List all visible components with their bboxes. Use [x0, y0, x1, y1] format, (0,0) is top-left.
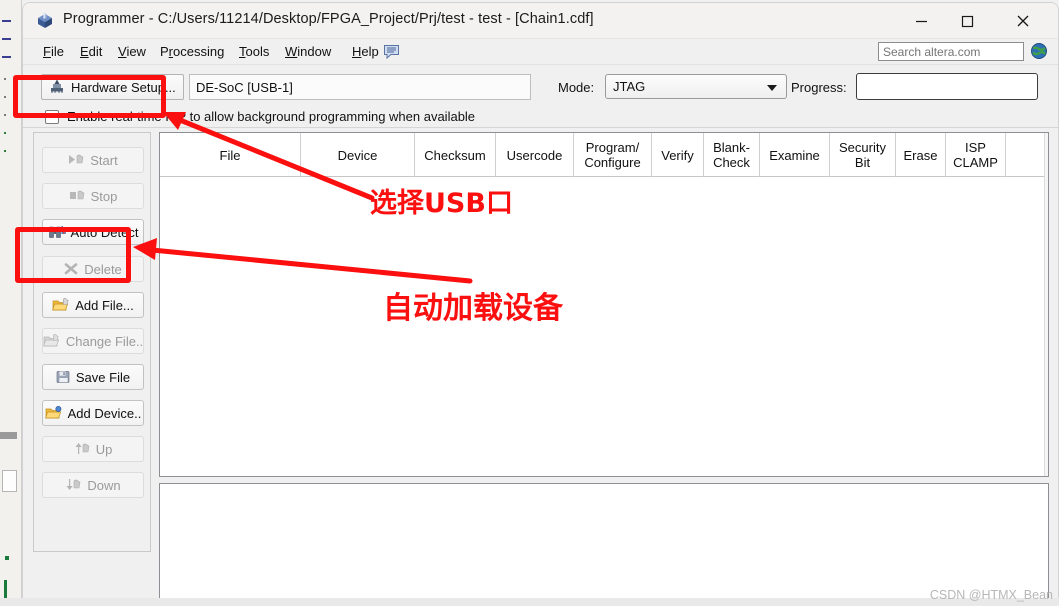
menu-file[interactable]: File [39, 43, 68, 60]
window-title: Programmer - C:/Users/11214/Desktop/FPGA… [63, 11, 594, 27]
column-header-isp-clamp[interactable]: ISP CLAMP [946, 133, 1006, 177]
auto-detect-label: Auto Detect [70, 224, 139, 240]
save-file-label: Save File [75, 369, 131, 385]
search-wrapper [878, 42, 1024, 61]
programmer-window: Programmer - C:/Users/11214/Desktop/FPGA… [22, 2, 1059, 598]
add-device-label: Add Device.. [67, 405, 142, 421]
column-header-verify[interactable]: Verify [652, 133, 704, 177]
log-panel[interactable] [159, 483, 1049, 598]
realtime-isp-row[interactable]: Enable real-time ISP to allow background… [45, 109, 475, 124]
up-button[interactable]: Up [42, 436, 144, 462]
screen-root: Programmer - C:/Users/11214/Desktop/FPGA… [0, 0, 1059, 606]
bottom-bar [0, 598, 1059, 606]
delete-button[interactable]: Delete [42, 256, 144, 282]
menu-view[interactable]: View [114, 43, 150, 60]
stop-button[interactable]: Stop [42, 183, 144, 209]
auto-detect-button[interactable]: Auto Detect [42, 219, 144, 245]
start-button[interactable]: Start [42, 147, 144, 173]
folder-device-icon [44, 406, 63, 420]
maximize-button[interactable] [944, 3, 990, 39]
menu-edit[interactable]: Edit [76, 43, 106, 60]
save-disk-icon [56, 370, 71, 384]
search-input[interactable] [878, 42, 1024, 61]
main-body: Start Stop Auto Detect Delete Add File..… [23, 128, 1058, 598]
arrow-down-icon [65, 478, 82, 492]
watermark: CSDN @HTMX_Bean [929, 588, 1053, 602]
folder-add-icon [52, 298, 70, 312]
speech-bubble-icon[interactable] [383, 43, 400, 65]
device-table-panel[interactable]: File Device Checksum Usercode Program/Co… [159, 132, 1049, 477]
column-header-checksum[interactable]: Checksum [415, 133, 496, 177]
save-file-button[interactable]: Save File [42, 364, 144, 390]
action-sidebar: Start Stop Auto Detect Delete Add File..… [33, 132, 151, 552]
add-device-button[interactable]: Add Device.. [42, 400, 144, 426]
column-header-file[interactable]: File [160, 133, 301, 177]
column-header-spacer [1006, 133, 1048, 177]
realtime-isp-checkbox[interactable] [45, 109, 59, 124]
chevron-down-icon [767, 85, 777, 91]
up-label: Up [95, 441, 113, 457]
mode-select[interactable]: JTAG [605, 74, 787, 99]
hardware-chip-icon [49, 78, 65, 97]
stop-icon [69, 189, 86, 203]
folder-change-icon [42, 334, 61, 348]
hardware-setup-label: Hardware Setup... [71, 79, 176, 95]
hardware-toolbar: Hardware Setup... DE-SoC [USB-1] Mode: J… [23, 65, 1058, 128]
column-header-erase[interactable]: Erase [896, 133, 946, 177]
menu-bar: File Edit View Processing Tools Window H… [23, 39, 1058, 65]
progress-label: Progress: [791, 80, 847, 95]
binoculars-icon [48, 225, 66, 240]
column-header-program-configure[interactable]: Program/Configure [574, 133, 652, 177]
realtime-isp-label: Enable real-time ISP to allow background… [67, 109, 476, 124]
table-scroll-edge[interactable] [1044, 133, 1048, 476]
minimize-button[interactable] [898, 3, 944, 39]
globe-icon[interactable] [1030, 42, 1048, 60]
stop-label: Stop [90, 188, 118, 204]
add-file-label: Add File... [75, 297, 134, 313]
mode-value: JTAG [613, 79, 646, 94]
device-table-header: File Device Checksum Usercode Program/Co… [160, 133, 1048, 177]
down-button[interactable]: Down [42, 472, 144, 498]
app-icon [35, 11, 55, 31]
column-header-security-bit[interactable]: Security Bit [830, 133, 896, 177]
menu-help[interactable]: Help [348, 43, 383, 60]
change-file-button[interactable]: Change File.. [42, 328, 144, 354]
title-bar: Programmer - C:/Users/11214/Desktop/FPGA… [23, 3, 1058, 39]
background-window-strip[interactable] [0, 0, 22, 606]
column-header-blank-check[interactable]: Blank- Check [704, 133, 760, 177]
arrow-up-icon [74, 442, 91, 456]
add-file-button[interactable]: Add File... [42, 292, 144, 318]
column-header-usercode[interactable]: Usercode [496, 133, 574, 177]
column-header-examine[interactable]: Examine [760, 133, 830, 177]
menu-processing[interactable]: Processing [156, 43, 228, 60]
hardware-value-field[interactable]: DE-SoC [USB-1] [189, 74, 531, 100]
delete-label: Delete [84, 261, 122, 277]
column-header-device[interactable]: Device [301, 133, 415, 177]
menu-tools[interactable]: Tools [235, 43, 273, 60]
start-label: Start [90, 152, 118, 168]
close-button[interactable] [1000, 3, 1046, 39]
change-file-label: Change File.. [65, 333, 144, 349]
x-delete-icon [64, 262, 79, 276]
down-label: Down [87, 477, 121, 493]
mode-label: Mode: [558, 80, 595, 95]
play-icon [68, 153, 85, 167]
progress-bar [856, 73, 1038, 100]
hardware-setup-button[interactable]: Hardware Setup... [41, 74, 184, 100]
menu-window[interactable]: Window [281, 43, 335, 60]
